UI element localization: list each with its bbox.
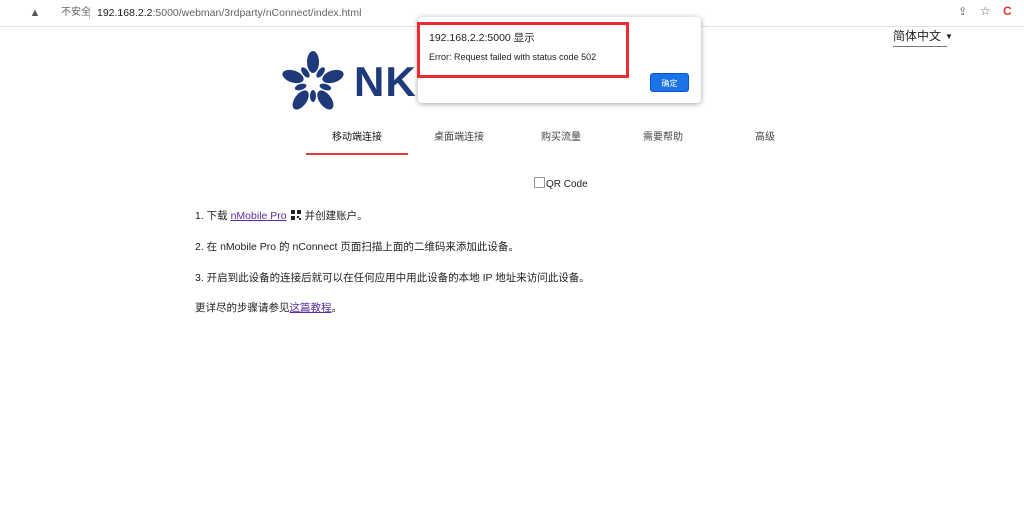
qr-code-image: QR Code [534, 177, 588, 191]
tab-buy-traffic[interactable]: 购买流量 [510, 130, 612, 146]
logo-text: NK [354, 58, 417, 105]
nmobile-pro-link[interactable]: nMobile Pro [231, 210, 287, 222]
step-2: 2. 在 nMobile Pro 的 nConnect 页面扫描上面的二维码来添… [195, 241, 519, 253]
language-select[interactable]: 简体中文 ▼ [893, 27, 953, 47]
leaf-logo-icon [282, 51, 344, 110]
chevron-down-icon: ▼ [945, 32, 953, 42]
tab-mobile[interactable]: 移动端连接 [306, 130, 408, 146]
more-info: 更详尽的步骤请参见这篇教程。 [195, 301, 342, 315]
tutorial-link[interactable]: 这篇教程 [290, 302, 332, 314]
security-label[interactable]: 不安全 [61, 6, 91, 20]
tab-help[interactable]: 需要帮助 [612, 130, 714, 146]
tab-desktop[interactable]: 桌面端连接 [408, 130, 510, 146]
extension-icon[interactable]: C [1003, 4, 1012, 18]
tab-advanced[interactable]: 高级 [714, 130, 816, 146]
url-path: :5000/webman/3rdparty/nConnect/index.htm… [152, 7, 362, 19]
step-1-suffix: 并创建账户。 [304, 210, 368, 222]
step-3: 3. 开启到此设备的连接后就可以在任何应用中用此设备的本地 IP 地址来访问此设… [195, 272, 590, 284]
step-1: 1. 下载 nMobile Pro 并创建账户。 [195, 209, 368, 223]
share-icon[interactable]: ⇪ [958, 5, 967, 19]
broken-image-icon [534, 177, 545, 188]
step-1-prefix: 1. 下载 [195, 210, 231, 222]
qr-icon[interactable] [290, 210, 301, 220]
url-text[interactable]: 192.168.2.2:5000/webman/3rdparty/nConnec… [97, 6, 361, 20]
more-info-prefix: 更详尽的步骤请参见 [195, 302, 290, 314]
divider [89, 7, 90, 19]
ok-button[interactable]: 确定 [650, 73, 689, 92]
language-selected: 简体中文 [893, 29, 942, 43]
warning-icon[interactable]: ▲ [28, 6, 42, 20]
url-host: 192.168.2.2 [97, 7, 153, 19]
more-info-suffix: 。 [331, 302, 343, 314]
annotation-highlight-box [417, 22, 629, 78]
qr-code-alt: QR Code [546, 179, 588, 190]
star-icon[interactable]: ☆ [980, 4, 991, 18]
active-tab-indicator [306, 153, 408, 155]
